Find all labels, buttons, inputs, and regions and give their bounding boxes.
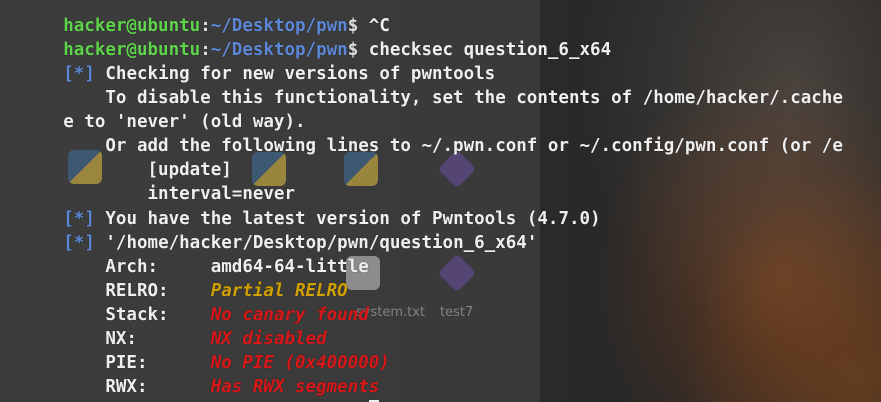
terminal-line: hacker@ubuntu:~/Desktop/pwn$ checksec qu… — [0, 16, 611, 60]
terminal-line: To disable this functionality, set the c… — [0, 64, 843, 108]
terminal-line: [*] You have the latest version of Pwnto… — [0, 185, 600, 229]
terminal-output[interactable]: hacker@ubuntu:~/Desktop/pwn$ ^C hacker@u… — [0, 0, 881, 402]
checksec-row-nx: NX: NX disabled — [0, 305, 326, 349]
terminal-line: interval=never — [0, 160, 296, 204]
checksec-row-pie: PIE: No PIE (0x400000) — [0, 329, 390, 373]
terminal-line: hacker@ubuntu:~/Desktop/pwn$ — [0, 377, 379, 402]
terminal-line: [*] '/home/hacker/Desktop/pwn/question_6… — [0, 209, 537, 253]
checksec-row-arch: Arch: amd64-64-little — [0, 233, 368, 277]
terminal-line: [*] Checking for new versions of pwntool… — [0, 40, 495, 84]
checksec-row-relro: RELRO: Partial RELRO — [0, 257, 347, 301]
checksec-row-rwx: RWX: Has RWX segments — [0, 353, 379, 397]
terminal-line: Or add the following lines to ~/.pwn.con… — [0, 112, 843, 156]
terminal-line: hacker@ubuntu:~/Desktop/pwn$ ^C — [0, 0, 390, 36]
terminal-line: e to 'never' (old way). — [0, 88, 305, 132]
screen: system.txt test7 hacker@ubuntu:~/Desktop… — [0, 0, 881, 402]
terminal-line: [update] — [0, 136, 232, 180]
checksec-row-stack: Stack: No canary found — [0, 281, 368, 325]
